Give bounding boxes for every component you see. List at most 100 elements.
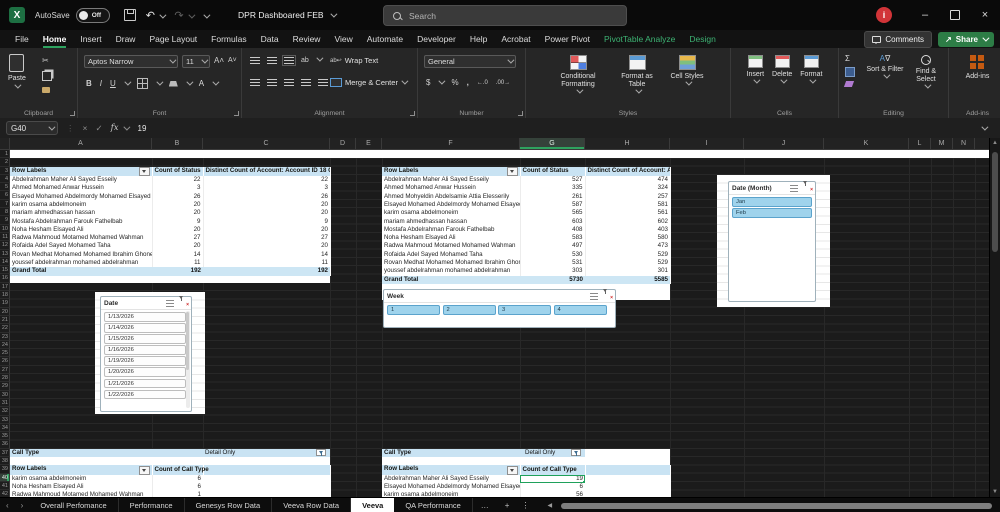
- row-header-3[interactable]: 3: [0, 166, 10, 175]
- more-sheets-icon[interactable]: …: [473, 501, 497, 510]
- cell[interactable]: 335: [519, 184, 585, 193]
- row-header-22[interactable]: 22: [0, 324, 10, 333]
- decrease-decimal-icon[interactable]: .00→: [496, 80, 510, 86]
- cell[interactable]: 22: [202, 176, 330, 185]
- cell[interactable]: 473: [584, 242, 670, 251]
- cell[interactable]: 20: [151, 242, 203, 251]
- column-header-J[interactable]: J: [744, 138, 824, 150]
- cell[interactable]: 20: [202, 225, 330, 235]
- tab-file[interactable]: File: [8, 30, 36, 48]
- cell[interactable]: 27: [151, 234, 203, 243]
- cell[interactable]: 561: [584, 209, 670, 218]
- font-name-select[interactable]: Aptos Narrow: [84, 55, 178, 68]
- increase-decimal-icon[interactable]: ←.0: [477, 80, 488, 86]
- cell[interactable]: 26: [202, 192, 330, 201]
- row-header-13[interactable]: 13: [0, 249, 10, 258]
- cell[interactable]: 257: [584, 192, 670, 201]
- cell[interactable]: Mostafa Abdelrahman Farouk Fathelbab: [10, 218, 152, 226]
- user-avatar[interactable]: i: [876, 7, 892, 23]
- align-right-icon[interactable]: [284, 79, 294, 86]
- slicer-item-week[interactable]: 1: [387, 305, 440, 315]
- sheet-tab-veeva-row-data[interactable]: Veeva Row Data: [272, 498, 352, 512]
- row-header-1[interactable]: 1: [0, 150, 10, 159]
- slicer-item-week[interactable]: 4: [553, 305, 607, 315]
- cancel-icon[interactable]: ×: [83, 123, 88, 133]
- column-header-A[interactable]: A: [10, 138, 152, 150]
- cell[interactable]: 14: [202, 250, 330, 260]
- align-middle-icon[interactable]: [267, 57, 277, 64]
- slicer-item-date[interactable]: 1/22/2026: [104, 389, 186, 400]
- insert-function-icon[interactable]: fx: [111, 123, 119, 133]
- column-header-E[interactable]: E: [356, 138, 382, 150]
- row-header-24[interactable]: 24: [0, 340, 10, 350]
- autosum-icon[interactable]: Σ: [845, 54, 855, 63]
- cell[interactable]: 587: [519, 200, 585, 210]
- align-left-icon[interactable]: [250, 79, 260, 86]
- scroll-down-icon[interactable]: ▼: [992, 489, 998, 495]
- row-header-23[interactable]: 23: [0, 332, 10, 341]
- cell[interactable]: 26: [151, 192, 203, 201]
- row-header-32[interactable]: 32: [0, 407, 10, 416]
- row-header-27[interactable]: 27: [0, 365, 10, 375]
- row-header-12[interactable]: 12: [0, 241, 10, 250]
- decrease-font-icon[interactable]: A˅: [228, 57, 237, 64]
- row-header-21[interactable]: 21: [0, 315, 10, 325]
- tab-view[interactable]: View: [327, 30, 359, 48]
- row-header-36[interactable]: 36: [0, 440, 10, 449]
- cell[interactable]: Rofaida Adel Sayed Mohamed Taha: [382, 251, 520, 259]
- cell[interactable]: Ahmed Mohamed Anwar Hussein: [382, 184, 520, 192]
- orientation-icon[interactable]: ab: [301, 57, 309, 64]
- column-header-L[interactable]: L: [909, 138, 931, 150]
- font-size-select[interactable]: 11: [182, 55, 210, 68]
- row-header-15[interactable]: 15: [0, 266, 10, 275]
- vertical-scroll-thumb[interactable]: [992, 152, 998, 252]
- row-header-35[interactable]: 35: [0, 432, 10, 441]
- cell[interactable]: Abdelrahman Maher Ali Sayed Esseily: [382, 475, 520, 483]
- row-header-20[interactable]: 20: [0, 307, 10, 316]
- slicer-item-date[interactable]: 1/21/2026: [104, 378, 186, 389]
- cell[interactable]: 261: [519, 192, 585, 201]
- horizontal-scroll-thumb[interactable]: [561, 502, 992, 509]
- tab-design[interactable]: Design: [682, 30, 722, 48]
- tab-formulas[interactable]: Formulas: [204, 30, 253, 48]
- cell[interactable]: 602: [584, 217, 670, 226]
- italic-button[interactable]: I: [100, 79, 102, 88]
- name-box[interactable]: G40: [6, 121, 58, 135]
- clear-filter-icon[interactable]: ×: [603, 289, 613, 309]
- cell[interactable]: karim osama abdelmoneim: [10, 475, 152, 483]
- column-header-C[interactable]: C: [203, 138, 330, 150]
- cell[interactable]: 301: [584, 267, 670, 276]
- new-sheet-button[interactable]: +: [497, 501, 518, 510]
- fill-color-icon[interactable]: [168, 80, 178, 87]
- underline-button[interactable]: U: [110, 79, 116, 88]
- format-as-table-button[interactable]: Format as Table: [614, 55, 660, 118]
- sheet-tab-veeva[interactable]: Veeva: [351, 498, 395, 512]
- font-color-icon[interactable]: A: [199, 79, 204, 88]
- cell[interactable]: 20: [151, 209, 203, 218]
- column-header-K[interactable]: K: [824, 138, 909, 150]
- autosave-toggle[interactable]: Off: [75, 7, 110, 23]
- paste-button[interactable]: Paste: [8, 54, 26, 89]
- row-header-14[interactable]: 14: [0, 257, 10, 267]
- cell[interactable]: 408: [519, 225, 585, 235]
- cell[interactable]: 580: [584, 234, 670, 243]
- cell[interactable]: 6: [519, 483, 585, 492]
- slicer-item-week[interactable]: 2: [442, 305, 496, 315]
- tab-page-layout[interactable]: Page Layout: [142, 30, 204, 48]
- cell[interactable]: Noha Hesham Elsayed Ali: [382, 234, 520, 242]
- call-type-filter[interactable]: Call Type Detail Only: [10, 448, 330, 458]
- tab-insert[interactable]: Insert: [73, 30, 108, 48]
- cell[interactable]: 9: [151, 217, 203, 226]
- slicer-item-date[interactable]: 1/16/2026: [104, 345, 186, 355]
- align-top-icon[interactable]: [250, 57, 260, 64]
- insert-cells-button[interactable]: Insert: [747, 55, 764, 118]
- cell[interactable]: 20: [151, 200, 203, 210]
- fill-icon[interactable]: [845, 67, 855, 77]
- wrap-text-button[interactable]: ab↩ Wrap Text: [330, 56, 378, 65]
- column-header-partial[interactable]: [975, 138, 990, 150]
- hscroll-left-icon[interactable]: ◀: [547, 502, 552, 509]
- row-header-4[interactable]: 4: [0, 174, 10, 184]
- copy-icon[interactable]: [42, 71, 52, 81]
- column-header-N[interactable]: N: [953, 138, 975, 150]
- alignment-dialog-launcher-icon[interactable]: [410, 111, 415, 116]
